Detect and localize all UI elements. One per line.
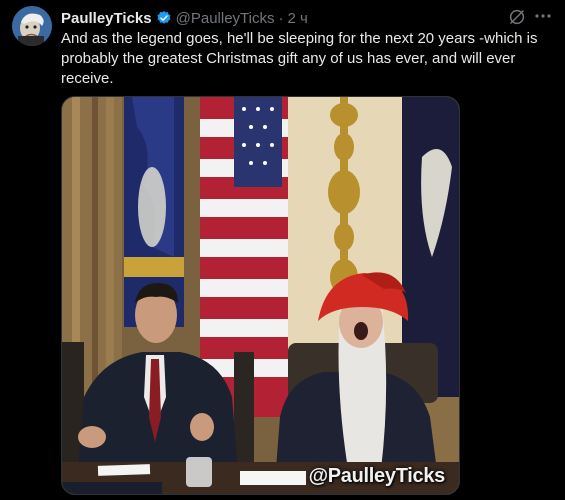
- tweet-header: PaulleyTicks @PaulleyTicks · 2 ч: [61, 8, 308, 28]
- separator-dot: ·: [278, 9, 284, 27]
- author-handle[interactable]: @PaulleyTicks: [176, 10, 275, 27]
- tweet-media-image[interactable]: @PaulleyTicks: [61, 96, 460, 495]
- tweet[interactable]: PaulleyTicks @PaulleyTicks · 2 ч And as …: [0, 0, 565, 500]
- grok-icon[interactable]: [508, 8, 526, 26]
- verified-badge-icon: [156, 10, 172, 26]
- tweet-text: And as the legend goes, he'll be sleepin…: [61, 30, 538, 87]
- tweet-time[interactable]: 2 ч: [288, 10, 308, 27]
- more-icon[interactable]: [533, 6, 553, 26]
- media-photo: [62, 97, 459, 494]
- avatar[interactable]: [12, 6, 52, 46]
- media-watermark: @PaulleyTicks: [308, 465, 446, 487]
- author-name[interactable]: PaulleyTicks: [61, 10, 152, 27]
